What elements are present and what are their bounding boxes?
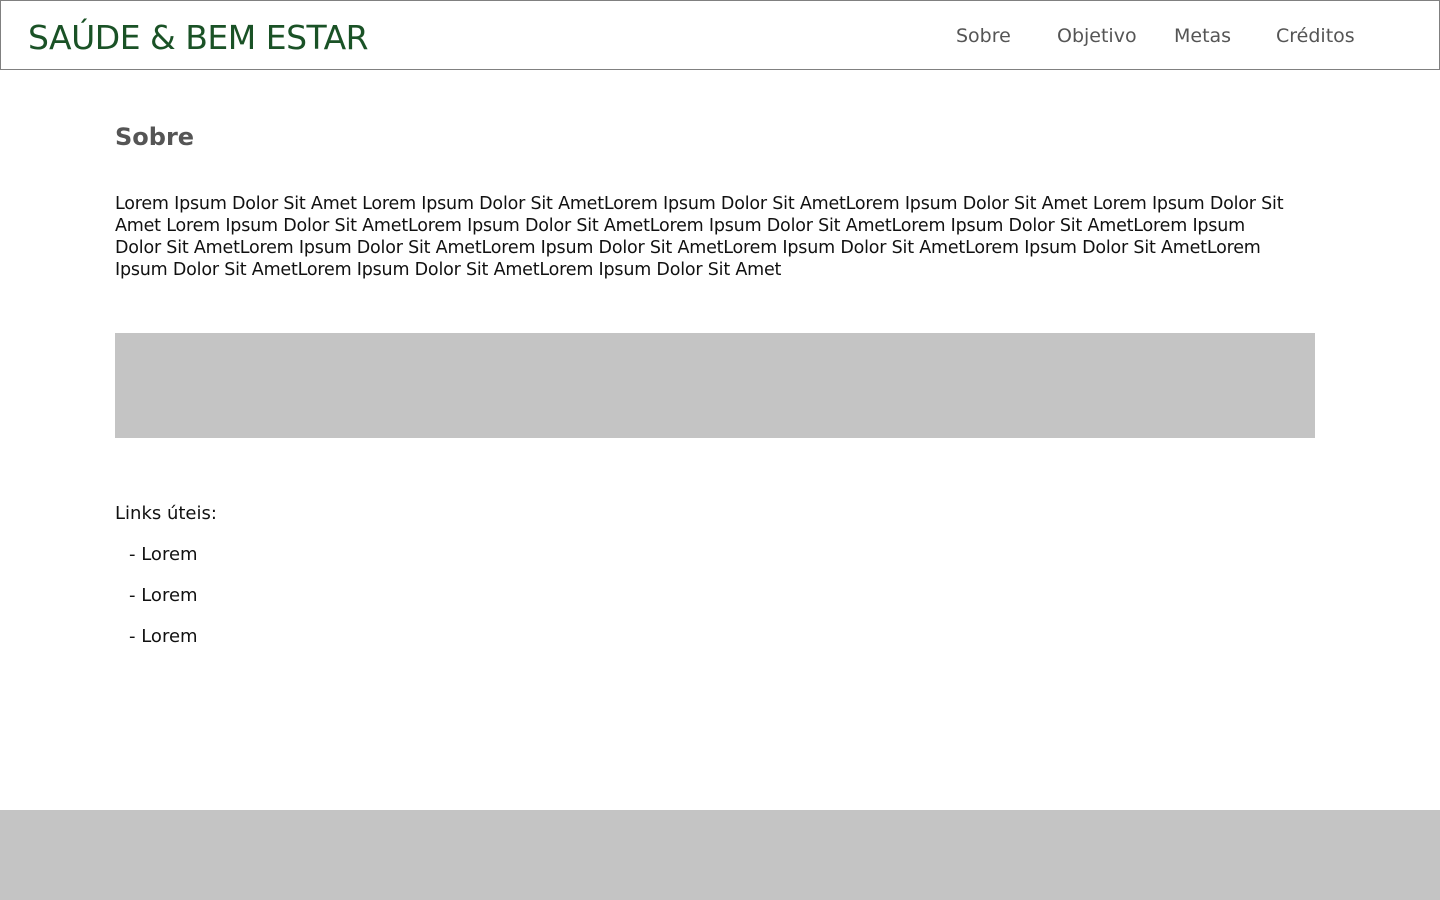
site-header: SAÚDE & BEM ESTAR Sobre Objetivo Metas C…: [0, 0, 1440, 70]
nav-link-creditos[interactable]: Créditos: [1276, 25, 1355, 47]
nav-link-objetivo[interactable]: Objetivo: [1057, 25, 1137, 47]
useful-link-1[interactable]: - Lorem: [129, 544, 198, 565]
image-placeholder: [115, 333, 1315, 438]
page: SAÚDE & BEM ESTAR Sobre Objetivo Metas C…: [0, 0, 1440, 900]
site-footer: [0, 810, 1440, 900]
site-logo[interactable]: SAÚDE & BEM ESTAR: [28, 18, 369, 57]
nav-link-metas[interactable]: Metas: [1174, 25, 1231, 47]
useful-link-3[interactable]: - Lorem: [129, 626, 198, 647]
body-paragraph: Lorem Ipsum Dolor Sit Amet Lorem Ipsum D…: [115, 194, 1284, 280]
nav-link-sobre[interactable]: Sobre: [956, 25, 1011, 47]
useful-link-2[interactable]: - Lorem: [129, 585, 198, 606]
links-heading: Links úteis:: [115, 503, 217, 524]
section-title: Sobre: [115, 123, 195, 151]
